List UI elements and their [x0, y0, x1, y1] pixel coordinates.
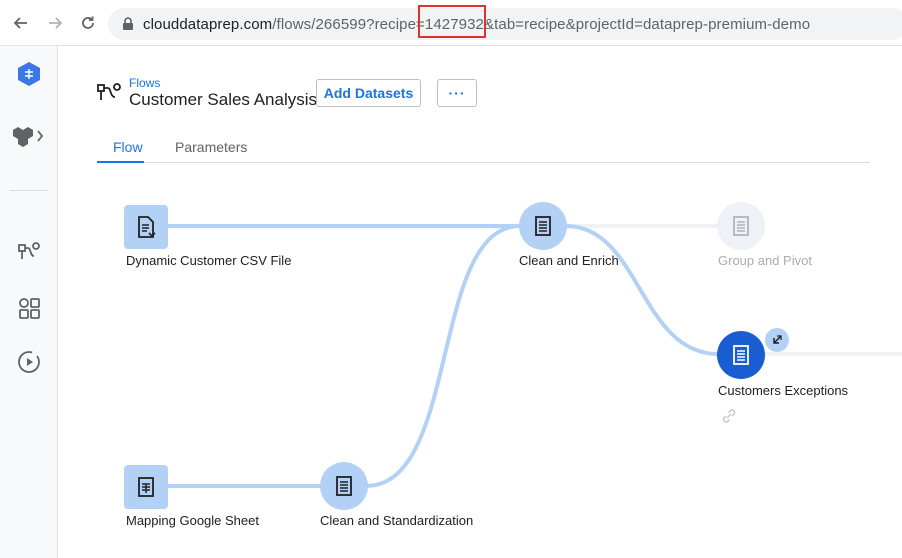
- reload-icon: [82, 16, 94, 29]
- lock-icon: [123, 17, 133, 30]
- node-label-clean-standardization: Clean and Standardization: [320, 513, 474, 528]
- edge-enrich-to-exceptions: [565, 224, 719, 356]
- flows-nav[interactable]: [0, 238, 58, 266]
- reload-button[interactable]: [76, 11, 100, 35]
- library-icon: [19, 298, 40, 319]
- recipe-icon: [336, 476, 352, 496]
- recipe-node-customers-exceptions[interactable]: [717, 331, 765, 379]
- forward-button[interactable]: [43, 11, 67, 35]
- spreadsheet-icon: [138, 477, 154, 497]
- node-label-mapping-sheet: Mapping Google Sheet: [126, 513, 259, 528]
- recipe-node-group-pivot[interactable]: [717, 202, 765, 250]
- left-nav-rail: [0, 46, 58, 558]
- url-query: &tab=recipe&projectId=dataprep-premium-d…: [484, 16, 811, 33]
- breadcrumb-flows[interactable]: Flows: [129, 76, 160, 90]
- datasets-icon: [13, 127, 44, 147]
- dataprep-logo[interactable]: [0, 60, 58, 88]
- tab-flow[interactable]: Flow: [113, 139, 143, 155]
- node-label-clean-enrich: Clean and Enrich: [519, 253, 619, 268]
- library-nav[interactable]: [0, 294, 58, 322]
- node-label-group-pivot: Group and Pivot: [718, 253, 812, 268]
- tab-parameters[interactable]: Parameters: [175, 139, 247, 155]
- jobs-nav[interactable]: [0, 348, 58, 376]
- page-title: Customer Sales Analysis: [129, 90, 318, 109]
- dataset-node-dynamic-csv[interactable]: [124, 205, 168, 249]
- rail-divider: [10, 190, 48, 191]
- browser-toolbar: clouddataprep.com/flows/266599?recipe=14…: [0, 0, 902, 46]
- flows-icon: [18, 242, 40, 259]
- jobs-icon: [18, 351, 40, 373]
- recipe-icon: [733, 216, 749, 236]
- active-tab-indicator: [97, 161, 144, 163]
- url-recipe-highlight: [418, 5, 486, 38]
- arrow-right-icon: [49, 17, 63, 29]
- recipe-node-clean-standardization[interactable]: [320, 462, 368, 510]
- back-button[interactable]: [9, 11, 33, 35]
- tabs-divider: [97, 162, 870, 163]
- flow-icon: [97, 83, 121, 100]
- url-host: clouddataprep.com: [143, 16, 273, 33]
- edge-standardization-to-enrich: [365, 224, 521, 488]
- file-icon: [138, 216, 156, 238]
- node-label-dynamic-csv: Dynamic Customer CSV File: [126, 253, 292, 268]
- dataset-node-mapping-sheet[interactable]: [124, 465, 168, 509]
- datasets-nav[interactable]: [0, 122, 58, 150]
- recipe-node-clean-enrich[interactable]: [519, 202, 567, 250]
- add-datasets-button[interactable]: Add Datasets: [316, 79, 421, 107]
- url-path: /flows/266599?recipe=: [272, 16, 425, 33]
- logo-icon: [18, 62, 40, 86]
- recipe-icon: [733, 345, 749, 365]
- link-icon: [722, 409, 736, 423]
- output-badge[interactable]: [765, 328, 789, 352]
- more-options-button[interactable]: ···: [437, 79, 477, 107]
- address-bar[interactable]: clouddataprep.com/flows/266599?recipe=14…: [108, 8, 902, 40]
- node-label-customers-exceptions: Customers Exceptions: [718, 383, 849, 398]
- open-in-icon: [773, 335, 782, 344]
- arrow-left-icon: [13, 17, 27, 29]
- recipe-icon: [535, 216, 551, 236]
